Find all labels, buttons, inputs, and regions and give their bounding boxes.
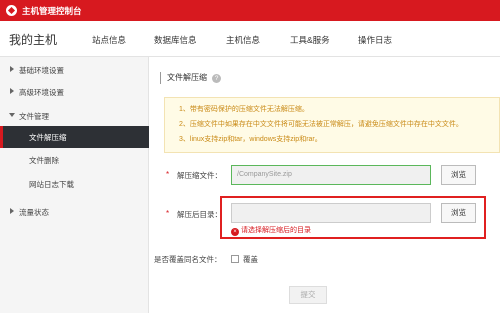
sidebar-item-label: 文件管理 — [19, 112, 49, 121]
nav-host-info[interactable]: 主机信息 — [226, 34, 260, 46]
nav-tools-services[interactable]: 工具&服务 — [290, 34, 330, 46]
notice-line: 1、带有密码保护的压缩文件无法解压缩。 — [179, 106, 309, 113]
sidebar-item-label: 高级环境设置 — [19, 88, 64, 97]
chevron-down-icon — [9, 113, 15, 117]
active-indicator — [0, 126, 3, 148]
sidebar-item-file-management[interactable]: 文件管理 — [0, 105, 149, 127]
section-title: 文件解压缩? — [160, 72, 221, 84]
sidebar-item-log-download[interactable]: 网站日志下载 — [0, 173, 149, 195]
zip-file-browse-button[interactable]: 浏览 — [441, 165, 476, 185]
chevron-right-icon — [10, 88, 14, 94]
host-title: 我的主机 — [9, 33, 58, 47]
error-text: 请选择解压缩后的目录 — [241, 227, 311, 234]
top-bar: 主机管理控制台 — [0, 0, 500, 21]
target-dir-label: 解压后目录： — [177, 210, 222, 219]
sidebar-item-unzip[interactable]: 文件解压缩 — [0, 126, 149, 148]
sidebar-item-label: 文件删除 — [29, 156, 59, 165]
help-icon[interactable]: ? — [212, 74, 221, 83]
chevron-right-icon — [10, 66, 14, 72]
logo-icon — [6, 5, 17, 16]
target-dir-browse-button[interactable]: 浏览 — [441, 203, 476, 223]
main-content: 文件解压缩? 1、带有密码保护的压缩文件无法解压缩。 2、压缩文件中如果存在中文… — [150, 57, 500, 313]
required-marker: * — [166, 209, 170, 218]
sidebar-item-label: 网站日志下载 — [29, 180, 74, 189]
required-marker: * — [166, 170, 170, 179]
notice-box: 1、带有密码保护的压缩文件无法解压缩。 2、压缩文件中如果存在中文文件将可能无法… — [164, 97, 500, 153]
app-title: 主机管理控制台 — [22, 6, 82, 16]
submit-button[interactable]: 提交 — [289, 286, 327, 304]
section-title-text: 文件解压缩 — [167, 73, 207, 82]
sidebar: 基础环境设置 高级环境设置 文件管理 文件解压缩 文件删除 网站日志下载 流量状… — [0, 57, 149, 313]
sidebar-item-advanced-env[interactable]: 高级环境设置 — [0, 81, 149, 103]
nav-operation-log[interactable]: 操作日志 — [358, 34, 392, 46]
zip-file-field[interactable]: /CompanySite.zip — [231, 165, 431, 185]
target-dir-error: × 请选择解压缩后的目录 — [231, 225, 311, 236]
main-nav: 我的主机 站点信息 数据库信息 主机信息 工具&服务 操作日志 — [0, 21, 500, 57]
notice-line: 3、linux支持zip和tar，windows支持zip和rar。 — [179, 136, 322, 143]
overwrite-checkbox[interactable] — [231, 255, 239, 263]
overwrite-label: 是否覆盖同名文件： — [154, 255, 222, 264]
sidebar-item-basic-env[interactable]: 基础环境设置 — [0, 59, 149, 81]
sidebar-item-label: 流量状态 — [19, 208, 49, 217]
error-icon: × — [231, 228, 239, 236]
zip-file-value: /CompanySite.zip — [237, 171, 292, 178]
sidebar-item-label: 基础环境设置 — [19, 66, 64, 75]
target-dir-field[interactable] — [231, 203, 431, 223]
chevron-right-icon — [10, 208, 14, 214]
nav-site-info[interactable]: 站点信息 — [92, 34, 126, 46]
zip-file-label: 解压缩文件： — [177, 171, 222, 180]
overwrite-option-label: 覆盖 — [243, 255, 258, 264]
sidebar-item-label: 文件解压缩 — [29, 133, 67, 142]
nav-database-info[interactable]: 数据库信息 — [154, 34, 197, 46]
sidebar-item-traffic-status[interactable]: 流量状态 — [0, 201, 149, 223]
sidebar-item-file-delete[interactable]: 文件删除 — [0, 149, 149, 171]
notice-line: 2、压缩文件中如果存在中文文件将可能无法被正常解压，请避免压缩文件中存在中文文件… — [179, 121, 463, 128]
